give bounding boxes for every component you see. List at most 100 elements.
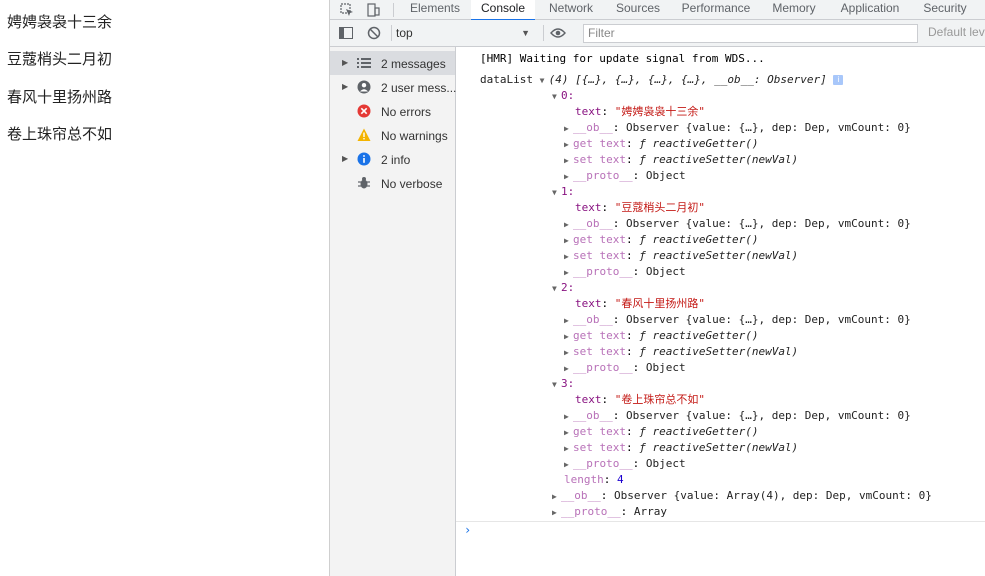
console-prompt-line[interactable]: › xyxy=(456,521,985,542)
prop-ob[interactable]: ▶ __ob__: Observer {value: {…}, dep: Dep,… xyxy=(564,408,911,424)
expand-arrow-icon[interactable]: ▶ xyxy=(564,361,573,377)
prop-getter[interactable]: ▶ get text: ƒ reactiveGetter() xyxy=(564,136,758,152)
ob-value: Observer {value: Array(4), dep: Dep, vmC… xyxy=(614,489,932,502)
expand-arrow-icon[interactable]: ▶ xyxy=(564,425,573,441)
datalist-summary: (4) [{…}, {…}, {…}, {…}, __ob__: Observe… xyxy=(548,73,827,86)
sidebar-item-label: No verbose xyxy=(381,177,443,191)
sidebar-item-label: No warnings xyxy=(381,129,448,143)
devtools-panel: Elements Console Network Sources Perform… xyxy=(329,0,985,576)
collapse-arrow-icon[interactable]: ▼ xyxy=(552,281,561,297)
sidebar-item-info[interactable]: ▶ 2 info xyxy=(330,147,455,171)
prop-getter[interactable]: ▶ get text: ƒ reactiveGetter() xyxy=(564,232,758,248)
prompt-chevron-icon: › xyxy=(464,523,472,537)
getter-value: reactiveGetter() xyxy=(652,329,759,342)
filter-input[interactable]: Filter xyxy=(583,24,918,43)
item-index: 3: xyxy=(561,377,575,390)
setter-value: reactiveSetter(newVal) xyxy=(652,153,799,166)
inspect-element-icon[interactable] xyxy=(336,0,358,19)
expand-arrow-icon[interactable]: ▶ xyxy=(564,265,573,281)
prop-ob[interactable]: ▶ __ob__: Observer {value: {…}, dep: Dep,… xyxy=(564,120,911,136)
tab-sources[interactable]: Sources xyxy=(608,0,668,19)
error-icon xyxy=(357,104,371,118)
expand-arrow-icon[interactable]: ▶ xyxy=(564,409,573,425)
setter-value: reactiveSetter(newVal) xyxy=(652,345,799,358)
getter-value: reactiveGetter() xyxy=(652,233,759,246)
prop-setter[interactable]: ▶ set text: ƒ reactiveSetter(newVal) xyxy=(564,152,798,168)
expand-arrow-icon[interactable]: ▶ xyxy=(552,489,561,505)
array-item-1[interactable]: ▼ 1: xyxy=(552,184,574,200)
tab-memory[interactable]: Memory xyxy=(764,0,824,19)
array-prop-proto[interactable]: ▶ __proto__: Array xyxy=(552,504,667,520)
page-line-4: 卷上珠帘总不如 xyxy=(7,125,113,143)
prop-proto[interactable]: ▶ __proto__: Object xyxy=(564,456,686,472)
expand-arrow-icon: ▶ xyxy=(342,154,349,163)
prop-setter[interactable]: ▶ set text: ƒ reactiveSetter(newVal) xyxy=(564,248,798,264)
expand-arrow-icon[interactable]: ▶ xyxy=(564,169,573,185)
info-badge-icon[interactable]: i xyxy=(833,75,844,85)
length-value: 4 xyxy=(617,473,624,486)
function-symbol: ƒ xyxy=(639,249,646,262)
sidebar-item-warnings[interactable]: No warnings xyxy=(330,123,455,147)
tab-elements[interactable]: Elements xyxy=(403,0,467,19)
proto-value: Array xyxy=(633,505,667,518)
prop-ob[interactable]: ▶ __ob__: Observer {value: {…}, dep: Dep,… xyxy=(564,216,911,232)
array-item-0[interactable]: ▼ 0: xyxy=(552,88,574,104)
expand-arrow-icon[interactable]: ▶ xyxy=(564,121,573,137)
expand-arrow-icon[interactable]: ▶ xyxy=(564,249,573,265)
item-index: 2: xyxy=(561,281,575,294)
eye-icon[interactable] xyxy=(548,23,568,43)
ob-key: __ob__ xyxy=(573,409,613,422)
prop-text: text: "娉娉袅袅十三余" xyxy=(575,105,705,118)
collapse-arrow-icon[interactable]: ▼ xyxy=(552,377,561,393)
console-output: [HMR] Waiting for update signal from WDS… xyxy=(456,47,985,576)
sidebar-item-user-messages[interactable]: ▶ 2 user mess... xyxy=(330,75,457,99)
expand-arrow-icon[interactable]: ▶ xyxy=(564,457,573,473)
sidebar-item-label: 2 messages xyxy=(381,57,446,71)
prop-setter[interactable]: ▶ set text: ƒ reactiveSetter(newVal) xyxy=(564,440,798,456)
expand-arrow-icon[interactable]: ▶ xyxy=(564,217,573,233)
expand-arrow-icon[interactable]: ▶ xyxy=(564,137,573,153)
getter-value: reactiveGetter() xyxy=(652,425,759,438)
item-index: 1: xyxy=(561,185,575,198)
array-item-2[interactable]: ▼ 2: xyxy=(552,280,574,296)
expand-arrow-icon[interactable]: ▶ xyxy=(564,233,573,249)
collapse-arrow-icon[interactable]: ▼ xyxy=(552,89,561,105)
ob-key: __ob__ xyxy=(573,313,613,326)
prop-ob[interactable]: ▶ __ob__: Observer {value: {…}, dep: Dep,… xyxy=(564,312,911,328)
collapse-arrow-icon[interactable]: ▼ xyxy=(552,185,561,201)
sidebar-item-label: 2 user mess... xyxy=(381,81,457,95)
prop-length: length: 4 xyxy=(564,473,624,486)
prop-getter[interactable]: ▶ get text: ƒ reactiveGetter() xyxy=(564,424,758,440)
prop-setter[interactable]: ▶ set text: ƒ reactiveSetter(newVal) xyxy=(564,344,798,360)
log-levels-dropdown[interactable]: Default lev xyxy=(928,25,985,39)
clear-console-icon[interactable] xyxy=(364,23,384,43)
expand-arrow-icon[interactable]: ▶ xyxy=(564,313,573,329)
prop-proto[interactable]: ▶ __proto__: Object xyxy=(564,360,686,376)
datalist-log-line[interactable]: dataList ▼ (4) [{…}, {…}, {…}, {…}, __ob_… xyxy=(480,72,844,89)
sidebar-toggle-icon[interactable] xyxy=(336,23,356,43)
collapse-arrow-icon[interactable]: ▼ xyxy=(540,73,549,89)
expand-arrow-icon[interactable]: ▶ xyxy=(564,329,573,345)
expand-arrow-icon[interactable]: ▶ xyxy=(552,505,561,521)
expand-arrow-icon[interactable]: ▶ xyxy=(564,345,573,361)
array-item-3[interactable]: ▼ 3: xyxy=(552,376,574,392)
tab-security[interactable]: Security xyxy=(916,0,974,19)
prop-getter[interactable]: ▶ get text: ƒ reactiveGetter() xyxy=(564,328,758,344)
function-symbol: ƒ xyxy=(639,345,646,358)
ob-value: Observer {value: {…}, dep: Dep, vmCount:… xyxy=(626,313,911,326)
sidebar-item-verbose[interactable]: No verbose xyxy=(330,171,455,195)
expand-arrow-icon[interactable]: ▶ xyxy=(564,441,573,457)
device-toolbar-icon[interactable] xyxy=(362,0,384,19)
array-prop-ob[interactable]: ▶ __ob__: Observer {value: Array(4), dep:… xyxy=(552,488,932,504)
tab-performance[interactable]: Performance xyxy=(674,0,758,19)
prop-proto[interactable]: ▶ __proto__: Object xyxy=(564,168,686,184)
sidebar-item-messages[interactable]: ▶ 2 messages xyxy=(330,51,455,75)
sidebar-item-errors[interactable]: No errors xyxy=(330,99,455,123)
tab-application[interactable]: Application xyxy=(830,0,910,19)
tab-console[interactable]: Console xyxy=(471,0,535,21)
proto-key: __proto__ xyxy=(573,361,633,374)
context-selector[interactable]: top ▼ xyxy=(396,24,534,42)
prop-proto[interactable]: ▶ __proto__: Object xyxy=(564,264,686,280)
tab-network[interactable]: Network xyxy=(540,0,602,19)
expand-arrow-icon[interactable]: ▶ xyxy=(564,153,573,169)
